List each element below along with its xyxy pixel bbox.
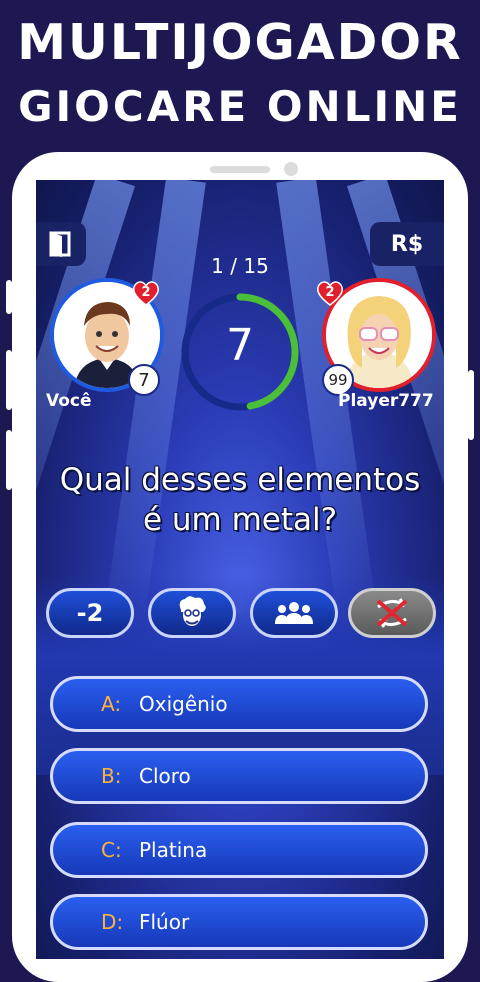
lifeline-fifty-fifty-button[interactable]: -2	[46, 588, 134, 638]
answer-option-c[interactable]: C: Platina	[50, 822, 428, 878]
answer-text: Flúor	[139, 910, 190, 934]
phone-camera	[284, 162, 298, 176]
promo-subtitle: GIOCARE ONLINE	[18, 82, 462, 131]
answer-letter: C:	[101, 838, 122, 862]
phone-speaker	[210, 166, 270, 173]
question-counter: 1 / 15	[211, 254, 269, 278]
lives-heart-opponent: 2	[316, 280, 344, 306]
answer-letter: B:	[101, 764, 122, 788]
lives-count: 2	[141, 284, 151, 300]
timer-value: 7	[226, 320, 254, 371]
lifeline-audience-button[interactable]	[250, 588, 338, 638]
question-text: Qual desses elementos é um metal?	[59, 462, 421, 538]
answer-text: Oxigênio	[139, 692, 228, 716]
answer-option-d[interactable]: D: Flúor	[50, 894, 428, 950]
swap-question-icon	[376, 598, 408, 628]
answer-option-a[interactable]: A: Oxigênio	[50, 676, 428, 732]
answer-letter: A:	[101, 692, 122, 716]
lives-count: 2	[325, 284, 335, 300]
lifeline-expert-button[interactable]	[148, 588, 236, 638]
currency-label: R$	[390, 231, 424, 257]
expert-face-icon	[179, 596, 206, 626]
lives-heart-you: 2	[132, 280, 160, 306]
answer-option-b[interactable]: B: Cloro	[50, 748, 428, 804]
answer-text: Platina	[139, 838, 208, 862]
audience-icon	[275, 602, 313, 624]
player-name-you: Você	[46, 391, 92, 411]
player-score-you: 7	[128, 364, 160, 396]
game-screen: R$ 1 / 15 7 2 7 Você 2 99 Player777 Qual…	[36, 180, 444, 959]
player-name-opponent: Player777	[338, 391, 434, 411]
phone-side-button	[468, 370, 474, 440]
lifeline-swap-button[interactable]	[348, 588, 436, 638]
answer-letter: D:	[101, 910, 124, 934]
countdown-timer: 7	[178, 290, 302, 414]
lifeline-label: -2	[76, 599, 104, 627]
promo-title: MULTIJOGADOR	[17, 14, 463, 71]
answer-text: Cloro	[139, 764, 191, 788]
